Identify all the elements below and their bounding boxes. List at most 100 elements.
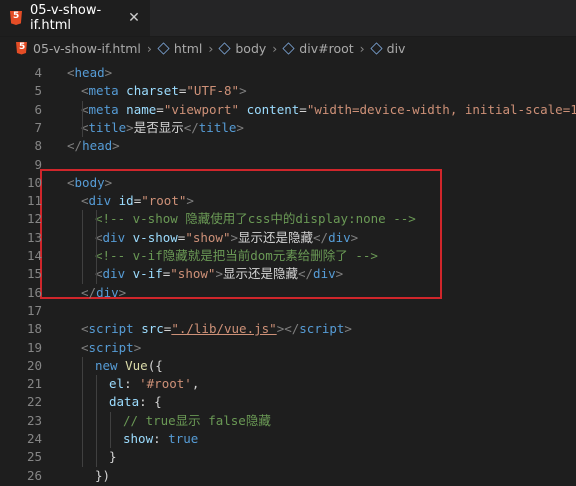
code-token: v-show (132, 229, 178, 245)
code-text: <div v-show="show">显示还是隐藏</div> (95, 229, 358, 247)
code-token: ></ (276, 321, 300, 337)
line-number: 25 (26, 449, 42, 465)
code-token: : (124, 376, 140, 392)
code-token: > (239, 83, 247, 99)
code-token: new (95, 357, 126, 373)
code-token: : { (139, 394, 162, 410)
code-token: > (118, 284, 127, 300)
code-line[interactable]: 8 </head> (0, 137, 576, 155)
line-number: 7 (34, 119, 42, 135)
code-token: head (74, 65, 105, 80)
close-icon[interactable]: ✕ (124, 10, 144, 26)
code-token: > (126, 119, 134, 135)
code-token: 是否显示 (133, 119, 184, 135)
code-token: > (344, 321, 352, 337)
code-text: // true显示 false隐藏 (123, 412, 271, 430)
code-line[interactable]: 7 <title>是否显示</title> (0, 119, 576, 137)
line-number: 14 (26, 248, 42, 263)
code-token: Vue (125, 357, 148, 373)
code-token: title (198, 119, 237, 135)
chevron-right-icon: › (359, 40, 365, 56)
html5-icon (16, 41, 27, 55)
element-icon (218, 41, 231, 55)
code-token: > (133, 339, 142, 355)
code-token: <!-- v-if隐藏就是把当前dom元素给删除了 --> (95, 248, 378, 263)
code-line[interactable]: 5 <meta charset="UTF-8"> (0, 82, 576, 100)
breadcrumb-body[interactable]: body (235, 41, 266, 56)
code-line[interactable]: 20 new Vue({ (0, 357, 576, 375)
code-line[interactable]: 26}) (0, 467, 576, 485)
code-token: src (141, 321, 164, 337)
code-token: }) (95, 467, 111, 483)
code-token: div (96, 284, 119, 300)
code-token: , (191, 376, 200, 392)
code-token: body (74, 174, 105, 190)
code-line[interactable]: 23 // true显示 false隐藏 (0, 412, 576, 430)
code-text: el: '#root', (109, 375, 199, 393)
code-line[interactable]: 22 data: { (0, 393, 576, 411)
editor-tab[interactable]: 05-v-show-if.html ✕ (0, 0, 150, 36)
code-token: > (186, 193, 194, 209)
code-token: <!-- v-show 隐藏使用了css中的display:none --> (95, 211, 416, 227)
code-token: charset (126, 83, 179, 99)
code-token: "width=device-width, initial-scale=1. (306, 101, 576, 117)
code-line[interactable]: 19 <script> (0, 339, 576, 357)
line-number: 20 (26, 357, 42, 373)
code-text: <script> (81, 339, 141, 357)
code-token: : (153, 431, 169, 446)
code-line[interactable]: 18 <script src="./lib/vue.js"></script> (0, 320, 576, 338)
code-line[interactable]: 14 <!-- v-if隐藏就是把当前dom元素给删除了 --> (0, 247, 576, 265)
line-number: 26 (26, 467, 42, 483)
line-number: 17 (26, 302, 42, 318)
code-editor[interactable]: 4 <head> 5 <meta charset="UTF-8"> 6 <meta nam… (0, 63, 576, 486)
element-icon (282, 41, 295, 55)
code-text: </div> (81, 284, 126, 302)
code-line[interactable]: 21 el: '#root', (0, 375, 576, 393)
breadcrumb-file[interactable]: 05-v-show-if.html (33, 41, 141, 56)
code-line[interactable]: 11 <div id="root"> (0, 192, 576, 210)
code-token: div (313, 266, 336, 282)
breadcrumb-div[interactable]: div (387, 41, 406, 56)
code-token: < (81, 321, 89, 337)
code-line[interactable]: 15 <div v-if="show">显示还是隐藏</div> (0, 265, 576, 283)
code-token: </ (81, 284, 97, 300)
code-token: id (118, 193, 134, 209)
chevron-right-icon: › (272, 40, 278, 56)
code-text: <div id="root"> (81, 192, 194, 210)
code-line[interactable]: 6 <meta name="viewport" content="width=de… (0, 101, 576, 119)
code-token: head (82, 138, 113, 154)
code-text: </head> (67, 137, 120, 155)
code-token: > (215, 266, 223, 282)
code-line[interactable]: 12 <!-- v-show 隐藏使用了css中的display:none --> (0, 210, 576, 228)
line-number: 12 (26, 211, 42, 227)
line-number: 23 (26, 412, 42, 428)
code-line[interactable]: 16 </div> (0, 284, 576, 302)
code-text: show: true (123, 430, 198, 448)
breadcrumb-html[interactable]: html (174, 41, 202, 56)
line-number: 19 (26, 339, 42, 355)
code-token: < (67, 65, 75, 80)
line-number: 13 (26, 229, 42, 245)
code-token: "root" (141, 193, 187, 209)
breadcrumb-div-root[interactable]: div#root (299, 41, 353, 56)
code-token: </ (297, 266, 314, 282)
chevron-right-icon: › (146, 40, 152, 56)
breadcrumb: 05-v-show-if.html › html › body › div#ro… (0, 37, 576, 59)
code-line[interactable]: 9 (0, 156, 576, 174)
code-line[interactable]: 25} (0, 448, 576, 466)
code-text: }) (95, 467, 110, 485)
code-token: "UTF-8" (186, 83, 240, 99)
code-line[interactable]: 24 show: true (0, 430, 576, 448)
code-token: } (109, 449, 117, 465)
line-number: 21 (26, 376, 42, 392)
indent-guide (82, 100, 83, 138)
line-number: 24 (26, 431, 42, 446)
code-token: < (81, 83, 89, 99)
code-token: > (230, 229, 239, 245)
code-token: = (299, 101, 307, 117)
code-line[interactable]: 13 <div v-show="show">显示还是隐藏</div> (0, 229, 576, 247)
code-line[interactable]: 4 <head> (0, 64, 576, 82)
code-line[interactable]: 17 (0, 302, 576, 320)
code-line[interactable]: 10 <body> (0, 174, 576, 192)
code-token: script (88, 339, 134, 355)
